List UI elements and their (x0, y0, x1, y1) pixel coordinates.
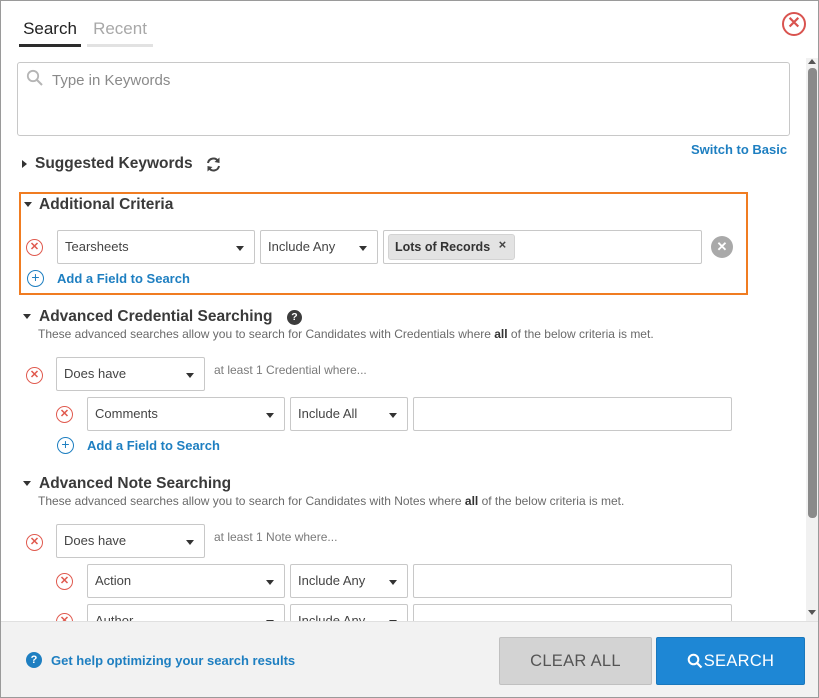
chevron-down-icon (359, 246, 367, 251)
switch-to-basic-link[interactable]: Switch to Basic (691, 142, 787, 157)
operator-select[interactable]: Include Any (260, 230, 378, 264)
value-input[interactable] (413, 604, 732, 621)
add-field-link[interactable]: Add a Field to Search (87, 438, 220, 453)
search-button-label: SEARCH (703, 652, 775, 670)
note-section-title[interactable]: Advanced Note Searching (39, 475, 231, 493)
desc-text: of the below criteria is met. (507, 327, 654, 341)
help-link[interactable]: Get help optimizing your search results (51, 653, 295, 668)
chip-label: Lots of Records (395, 240, 491, 254)
value-chip-input[interactable]: Lots of Records × (383, 230, 702, 264)
search-icon (26, 69, 44, 92)
field-select-value: Author (95, 613, 134, 621)
remove-row-icon[interactable]: ✕ (26, 367, 43, 384)
desc-bold: all (464, 494, 479, 508)
has-select-value: Does have (64, 533, 127, 548)
field-select[interactable]: Comments (87, 397, 285, 431)
remove-row-icon[interactable]: ✕ (26, 239, 43, 256)
has-select[interactable]: Does have (56, 357, 205, 391)
operator-select-value: Include Any (298, 613, 366, 621)
tab-search[interactable]: Search (19, 19, 81, 47)
desc-bold: all (494, 327, 508, 341)
desc-text: of the below criteria is met. (478, 494, 625, 508)
field-select[interactable]: Tearsheets (57, 230, 255, 264)
note-description: These advanced searches allow you to sea… (38, 494, 624, 508)
add-icon[interactable]: + (27, 270, 44, 287)
clear-all-button[interactable]: CLEAR ALL (499, 637, 652, 685)
value-input[interactable] (413, 397, 732, 431)
field-select-value: Comments (95, 406, 158, 421)
credential-where-text: at least 1 Credential where... (214, 363, 367, 377)
operator-select[interactable]: Include All (290, 397, 408, 431)
expand-caret-icon[interactable] (22, 160, 27, 168)
chevron-down-icon (266, 580, 274, 585)
note-where-text: at least 1 Note where... (214, 530, 338, 544)
credential-section-title[interactable]: Advanced Credential Searching (39, 308, 272, 326)
has-select-value: Does have (64, 366, 127, 381)
chevron-down-icon (186, 540, 194, 545)
operator-select[interactable]: Include Any (290, 604, 408, 621)
scroll-content: Search Recent Switch to Basic Suggested … (1, 1, 806, 621)
remove-row-icon[interactable]: ✕ (56, 573, 73, 590)
remove-row-icon[interactable]: ✕ (56, 406, 73, 423)
modal-footer: ? Get help optimizing your search result… (1, 621, 818, 697)
refresh-icon[interactable] (205, 156, 222, 178)
clear-value-icon[interactable]: ✕ (711, 236, 733, 258)
desc-text: These advanced searches allow you to sea… (38, 327, 495, 341)
suggested-keywords-title[interactable]: Suggested Keywords (35, 155, 193, 173)
credential-description: These advanced searches allow you to sea… (38, 327, 654, 341)
operator-select[interactable]: Include Any (290, 564, 408, 598)
operator-select-value: Include Any (268, 239, 336, 254)
add-field-link[interactable]: Add a Field to Search (57, 271, 190, 286)
collapse-caret-icon[interactable] (23, 314, 31, 319)
help-icon[interactable]: ? (287, 310, 302, 325)
scroll-down-arrow-icon[interactable] (808, 610, 816, 615)
remove-row-icon[interactable]: ✕ (56, 613, 73, 621)
search-icon (687, 653, 702, 669)
close-icon[interactable]: ✕ (782, 12, 806, 36)
chevron-down-icon (389, 413, 397, 418)
chevron-down-icon (389, 580, 397, 585)
has-select[interactable]: Does have (56, 524, 205, 558)
tab-recent[interactable]: Recent (87, 19, 153, 47)
remove-row-icon[interactable]: ✕ (26, 534, 43, 551)
search-button[interactable]: SEARCH (656, 637, 805, 685)
keyword-search-box[interactable] (17, 62, 790, 136)
field-select[interactable]: Action (87, 564, 285, 598)
desc-text: These advanced searches allow you to sea… (38, 494, 465, 508)
keyword-search-input[interactable] (50, 69, 750, 91)
chevron-down-icon (236, 246, 244, 251)
scroll-up-arrow-icon[interactable] (808, 59, 816, 64)
value-chip: Lots of Records × (388, 234, 516, 260)
help-icon[interactable]: ? (26, 652, 42, 668)
collapse-caret-icon[interactable] (24, 202, 32, 207)
chevron-down-icon (266, 413, 274, 418)
field-select-value: Tearsheets (65, 239, 129, 254)
search-modal: Search Recent Switch to Basic Suggested … (0, 0, 819, 698)
chip-remove-icon[interactable]: × (499, 237, 507, 252)
additional-criteria-title[interactable]: Additional Criteria (39, 196, 173, 214)
operator-select-value: Include Any (298, 573, 366, 588)
field-select[interactable]: Author (87, 604, 285, 621)
operator-select-value: Include All (298, 406, 358, 421)
add-icon[interactable]: + (57, 437, 74, 454)
value-input[interactable] (413, 564, 732, 598)
field-select-value: Action (95, 573, 132, 588)
collapse-caret-icon[interactable] (23, 481, 31, 486)
scrollbar-thumb[interactable] (808, 68, 817, 518)
chevron-down-icon (186, 373, 194, 378)
